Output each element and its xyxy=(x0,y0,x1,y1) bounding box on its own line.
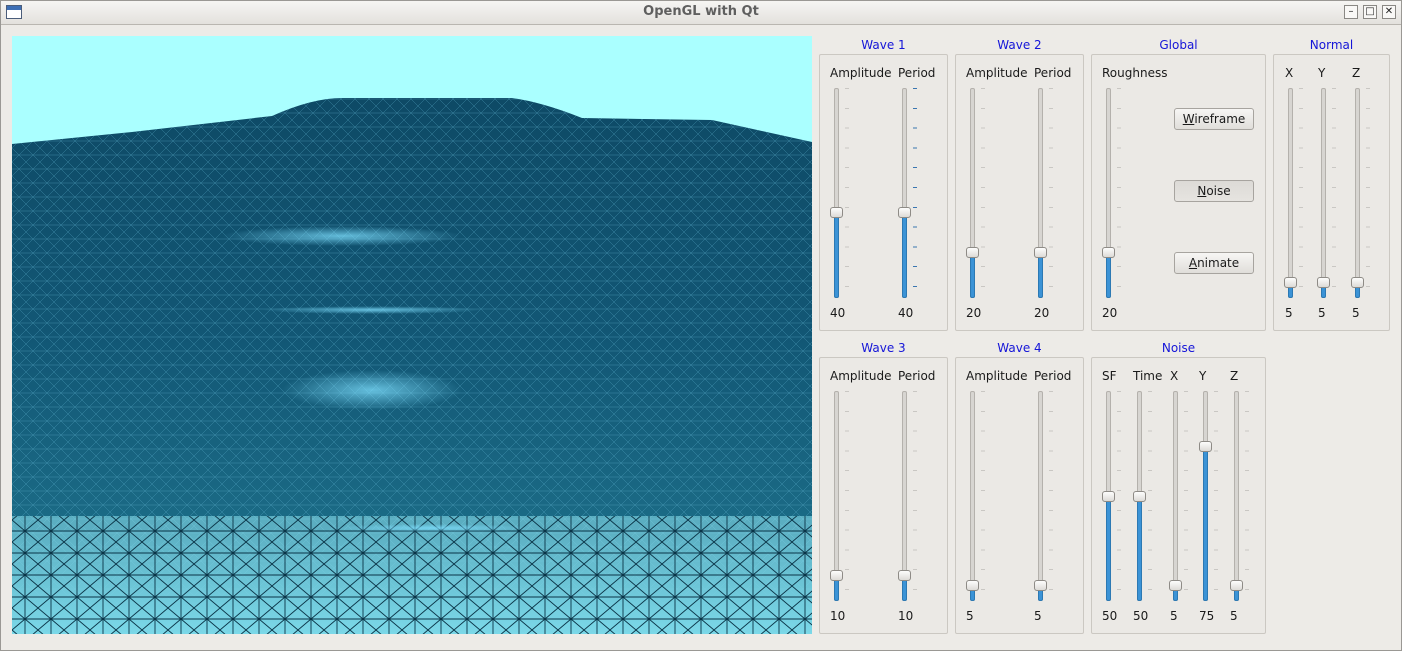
wireframe-button-label: ireframe xyxy=(1194,112,1246,126)
wave2-period-slider[interactable] xyxy=(1032,88,1053,298)
wave3-group: Amplitude Period 10 10 xyxy=(819,357,948,634)
wave3-period-slider[interactable] xyxy=(896,391,917,601)
slider-handle[interactable] xyxy=(898,207,911,219)
wave2-amplitude-slider[interactable] xyxy=(964,88,985,298)
slider-handle[interactable] xyxy=(1351,276,1364,288)
wireframe-button[interactable]: Wireframe xyxy=(1174,108,1254,130)
noise-y-label: Y xyxy=(1199,369,1207,383)
noise-sf-value: 50 xyxy=(1102,609,1118,623)
noise-button[interactable]: Noise xyxy=(1174,180,1254,202)
normal-group-title: Normal xyxy=(1309,38,1354,52)
noise-x-label: X xyxy=(1170,369,1179,383)
wave4-amplitude-slider[interactable] xyxy=(964,391,985,601)
wave3-amplitude-value: 10 xyxy=(830,609,846,623)
wave4-period-slider[interactable] xyxy=(1032,391,1053,601)
normal-x-label: X xyxy=(1285,66,1294,80)
wave1-period-label: Period xyxy=(898,66,936,80)
close-button[interactable]: ✕ xyxy=(1382,5,1396,19)
slider-handle[interactable] xyxy=(1102,490,1115,502)
noise-time-label: Time xyxy=(1133,369,1163,383)
slider-handle[interactable] xyxy=(1133,490,1146,502)
normal-group: X Y Z 5 5 5 xyxy=(1273,54,1390,331)
slider-handle[interactable] xyxy=(1034,246,1047,258)
wave3-period-value: 10 xyxy=(898,609,914,623)
normal-y-label: Y xyxy=(1318,66,1326,80)
slider-handle[interactable] xyxy=(898,569,911,581)
wave2-amplitude-value: 20 xyxy=(966,306,982,320)
wave4-group: Amplitude Period 5 5 xyxy=(955,357,1084,634)
wave2-period-value: 20 xyxy=(1034,306,1050,320)
wave2-period-label: Period xyxy=(1034,66,1072,80)
animate-button-label: nimate xyxy=(1197,256,1240,270)
wave2-group: Amplitude Period 20 20 xyxy=(955,54,1084,331)
slider-handle[interactable] xyxy=(1317,276,1330,288)
normal-y-slider[interactable] xyxy=(1315,88,1336,298)
noise-x-value: 5 xyxy=(1170,609,1178,623)
slider-handle[interactable] xyxy=(966,246,979,258)
slider-handle[interactable] xyxy=(1102,246,1115,258)
noise-time-value: 50 xyxy=(1133,609,1149,623)
wave1-period-slider[interactable] xyxy=(896,88,917,298)
slider-handle[interactable] xyxy=(1199,441,1212,452)
window-title: OpenGL with Qt xyxy=(643,4,759,19)
wave1-amplitude-slider[interactable] xyxy=(828,88,849,298)
wave4-period-value: 5 xyxy=(1034,609,1042,623)
noise-y-slider[interactable] xyxy=(1197,391,1218,601)
wave2-amplitude-label: Amplitude xyxy=(966,66,1028,80)
title-bar[interactable]: OpenGL with Qt – □ ✕ xyxy=(1,1,1401,25)
noise-z-value: 5 xyxy=(1230,609,1238,623)
noise-y-value: 75 xyxy=(1199,609,1215,623)
normal-x-value: 5 xyxy=(1285,306,1293,320)
wave3-group-title: Wave 3 xyxy=(861,341,906,355)
slider-handle[interactable] xyxy=(830,207,843,219)
animate-button[interactable]: Animate xyxy=(1174,252,1254,274)
noise-group-title: Noise xyxy=(1161,341,1196,355)
wave1-period-value: 40 xyxy=(898,306,914,320)
wave1-amplitude-label: Amplitude xyxy=(830,66,892,80)
wave4-period-label: Period xyxy=(1034,369,1072,383)
normal-z-slider[interactable] xyxy=(1349,88,1370,298)
wave1-group-title: Wave 1 xyxy=(861,38,906,52)
roughness-slider[interactable] xyxy=(1100,88,1121,298)
slider-handle[interactable] xyxy=(966,579,979,591)
wave3-amplitude-label: Amplitude xyxy=(830,369,892,383)
slider-handle[interactable] xyxy=(830,569,843,581)
normal-z-value: 5 xyxy=(1352,306,1360,320)
wave1-group: Amplitude Period 40 40 xyxy=(819,54,948,331)
wave4-amplitude-label: Amplitude xyxy=(966,369,1028,383)
noise-z-label: Z xyxy=(1230,369,1239,383)
wave3-amplitude-slider[interactable] xyxy=(828,391,849,601)
slider-handle[interactable] xyxy=(1230,579,1243,591)
global-group: Roughness 20 Wireframe Noise Animate xyxy=(1091,54,1266,331)
roughness-label: Roughness xyxy=(1102,66,1168,80)
slider-handle[interactable] xyxy=(1034,579,1047,591)
wave3-period-label: Period xyxy=(898,369,936,383)
normal-y-value: 5 xyxy=(1318,306,1326,320)
slider-handle[interactable] xyxy=(1169,579,1182,591)
wave1-amplitude-value: 40 xyxy=(830,306,846,320)
noise-time-slider[interactable] xyxy=(1131,391,1152,601)
wave4-amplitude-value: 5 xyxy=(966,609,974,623)
normal-x-slider[interactable] xyxy=(1282,88,1303,298)
noise-z-slider[interactable] xyxy=(1228,391,1249,601)
noise-button-label: oise xyxy=(1206,184,1231,198)
minimize-button[interactable]: – xyxy=(1344,5,1358,19)
noise-sf-label: SF xyxy=(1102,369,1117,383)
roughness-value: 20 xyxy=(1102,306,1118,320)
noise-sf-slider[interactable] xyxy=(1100,391,1121,601)
wave4-group-title: Wave 4 xyxy=(997,341,1042,355)
terrain-render xyxy=(12,36,812,634)
wave2-group-title: Wave 2 xyxy=(997,38,1042,52)
wireframe-mnemonic: W xyxy=(1182,112,1195,126)
animate-mnemonic: A xyxy=(1188,256,1198,270)
slider-handle[interactable] xyxy=(1284,276,1297,288)
global-group-title: Global xyxy=(1159,38,1198,52)
maximize-button[interactable]: □ xyxy=(1363,5,1377,19)
normal-z-label: Z xyxy=(1352,66,1361,80)
opengl-viewport[interactable] xyxy=(12,36,812,634)
noise-group: SF Time X Y Z 50 50 5 75 5 xyxy=(1091,357,1266,634)
noise-x-slider[interactable] xyxy=(1167,391,1188,601)
noise-mnemonic: N xyxy=(1197,184,1207,198)
